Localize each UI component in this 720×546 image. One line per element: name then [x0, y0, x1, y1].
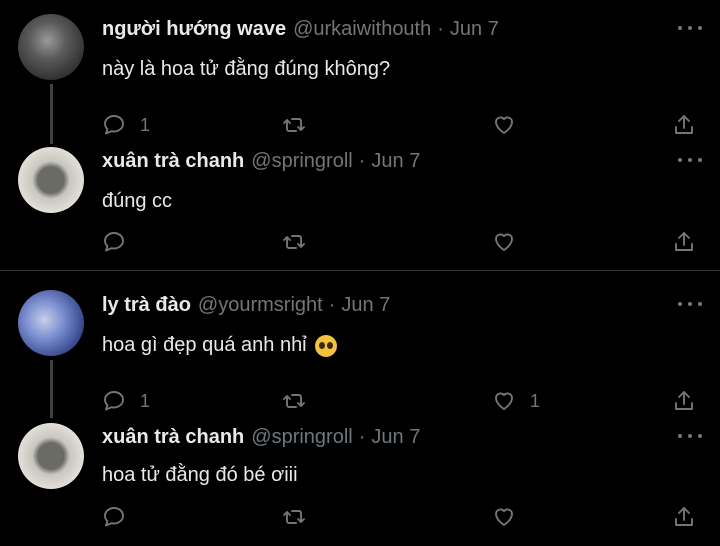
like-count: 1: [530, 390, 541, 411]
retweet-icon: [283, 118, 305, 132]
display-name[interactable]: ly trà đào: [102, 294, 191, 317]
tweet-actions: [102, 502, 702, 532]
tweet-header: xuân trà chanh @springroll · Jun 7: [102, 426, 420, 456]
share-button[interactable]: [672, 110, 696, 140]
separator-dot: ·: [437, 18, 444, 40]
reply-button[interactable]: 1: [102, 386, 150, 416]
tweet-date[interactable]: Jun 7: [371, 150, 420, 173]
avatar[interactable]: [18, 147, 84, 213]
retweet-button[interactable]: [282, 386, 306, 416]
tweet-header: ly trà đào @yourmsright · Jun 7: [102, 294, 390, 324]
retweet-button[interactable]: [282, 110, 306, 140]
user-handle[interactable]: @urkaiwithouth: [293, 18, 431, 41]
tweet-text: hoa tử đằng đó bé ơiii: [102, 464, 298, 487]
retweet-button[interactable]: [282, 227, 306, 257]
thread-divider: [0, 270, 720, 271]
user-handle[interactable]: @yourmsright: [198, 294, 323, 317]
tweet[interactable]: xuân trà chanh @springroll · Jun 7 hoa t…: [0, 423, 720, 536]
retweet-icon: [283, 394, 305, 408]
tweet[interactable]: người hướng wave @urkaiwithouth · Jun 7 …: [0, 14, 720, 140]
reply-count: 1: [140, 390, 151, 411]
tweet-date[interactable]: Jun 7: [371, 426, 420, 449]
display-name[interactable]: người hướng wave: [102, 18, 286, 41]
retweet-icon: [283, 235, 305, 249]
tweet[interactable]: xuân trà chanh @springroll · Jun 7 đúng …: [0, 147, 720, 260]
reply-button[interactable]: [102, 502, 140, 532]
user-handle[interactable]: @springroll: [251, 426, 352, 449]
tweet-text-content: hoa gì đẹp quá anh nhỉ: [102, 334, 307, 356]
display-name[interactable]: xuân trà chanh: [102, 426, 244, 449]
user-handle[interactable]: @springroll: [251, 150, 352, 173]
tweet-header: xuân trà chanh @springroll · Jun 7: [102, 150, 420, 180]
share-icon: [675, 115, 693, 134]
like-button[interactable]: 1: [492, 386, 540, 416]
reply-icon: [104, 115, 124, 135]
tweet-text-content: đúng cc: [102, 190, 173, 212]
separator-dot: ·: [358, 426, 366, 448]
reply-button[interactable]: 1: [102, 110, 150, 140]
heart-icon: [495, 392, 513, 410]
tweet-text-content: này là hoa tử đằng đúng không?: [102, 58, 391, 80]
tweet-date[interactable]: Jun 7: [341, 294, 390, 317]
share-icon: [675, 232, 693, 251]
separator-dot: ·: [328, 294, 336, 316]
heart-icon: [495, 116, 513, 134]
share-button[interactable]: [672, 227, 696, 257]
tweet-actions: [102, 227, 702, 257]
share-button[interactable]: [672, 502, 696, 532]
tweet-header: người hướng wave @urkaiwithouth · Jun 7: [102, 18, 499, 48]
reply-button[interactable]: [102, 227, 140, 257]
more-options-icon[interactable]: [678, 426, 702, 446]
display-name[interactable]: xuân trà chanh: [102, 150, 244, 173]
tweet[interactable]: ly trà đào @yourmsright · Jun 7 hoa gì đ…: [0, 290, 720, 416]
tweet-text: đúng cc: [102, 190, 172, 213]
tweet-actions: 1: [102, 110, 702, 140]
reply-count: 1: [140, 114, 151, 135]
share-icon: [675, 391, 693, 410]
heart-icon: [495, 233, 513, 251]
tweet-text-content: hoa tử đằng đó bé ơiii: [102, 464, 298, 486]
tweet-text: hoa gì đẹp quá anh nhỉ: [102, 334, 337, 357]
tweet-text: này là hoa tử đằng đúng không?: [102, 58, 390, 81]
heart-icon: [495, 508, 513, 526]
reply-icon: [104, 391, 124, 411]
more-options-icon[interactable]: [678, 150, 702, 170]
like-button[interactable]: [492, 502, 530, 532]
retweet-icon: [283, 510, 305, 524]
separator-dot: ·: [358, 150, 366, 172]
tweet-actions: 1 1: [102, 386, 702, 416]
more-options-icon[interactable]: [678, 18, 702, 38]
share-button[interactable]: [672, 386, 696, 416]
avatar[interactable]: [18, 423, 84, 489]
share-icon: [675, 507, 693, 526]
avatar[interactable]: [18, 290, 84, 356]
avatar[interactable]: [18, 14, 84, 80]
like-button[interactable]: [492, 110, 530, 140]
tweet-date[interactable]: Jun 7: [450, 18, 499, 41]
more-options-icon[interactable]: [678, 294, 702, 314]
reply-icon: [104, 507, 124, 527]
pleading-face-emoji: [314, 334, 337, 357]
retweet-button[interactable]: [282, 502, 306, 532]
like-button[interactable]: [492, 227, 530, 257]
reply-icon: [104, 232, 124, 252]
